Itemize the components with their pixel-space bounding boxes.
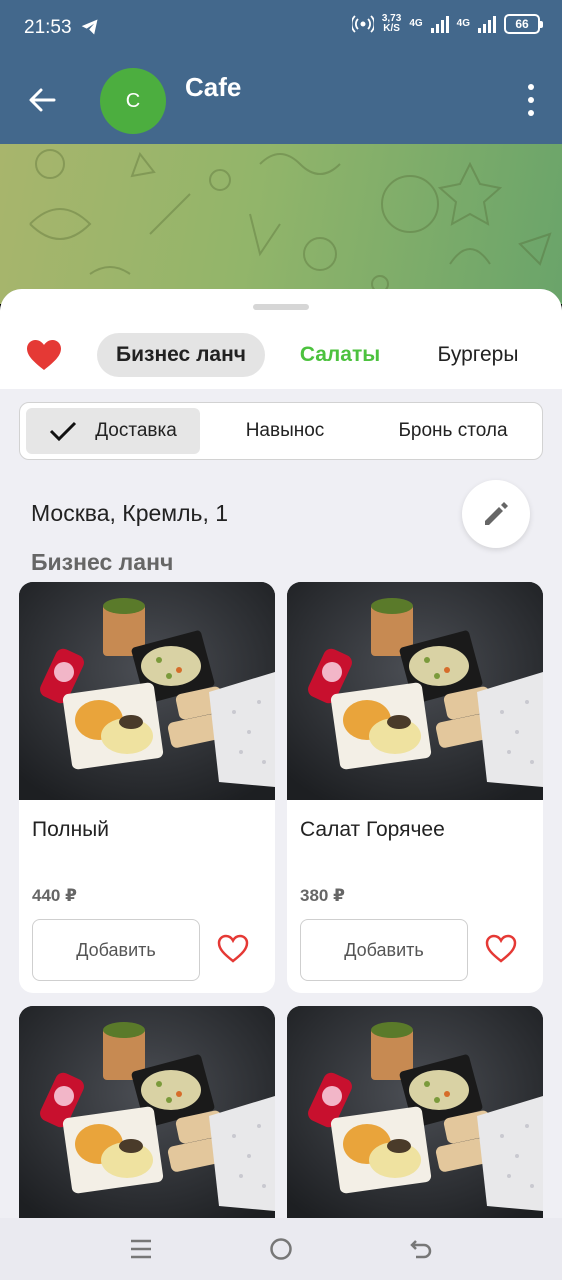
favorites-heart-icon[interactable]: [26, 339, 62, 371]
pencil-icon: [485, 502, 508, 525]
section-title: Бизнес ланч: [31, 549, 174, 575]
product-card: [19, 1006, 275, 1219]
product-name: Полный: [32, 818, 109, 841]
telegram-icon: [81, 19, 98, 35]
status-time: 21:53: [24, 17, 72, 38]
product-name: Салат Горячее: [300, 818, 445, 841]
network-type-1: 4G: [409, 18, 423, 29]
home-icon[interactable]: [268, 1236, 294, 1262]
heart-outline-icon[interactable]: [485, 934, 517, 964]
chat-wallpaper: [0, 144, 562, 304]
food-illustration: [287, 582, 543, 800]
recent-apps-icon[interactable]: [128, 1236, 154, 1262]
back-nav-icon[interactable]: [408, 1236, 434, 1262]
network-speed: 3,73 K/S: [381, 13, 402, 34]
wallpaper-doodles: [29, 149, 552, 293]
product-price: 380 ₽: [300, 886, 345, 905]
battery-icon: 66: [504, 14, 543, 34]
product-photo[interactable]: [19, 582, 275, 800]
category-bar: Бизнес ланч Салаты Бургеры: [0, 289, 562, 389]
sheet-drag-handle[interactable]: [253, 304, 309, 310]
category-tab-salads[interactable]: Салаты: [282, 333, 398, 377]
food-illustration: [19, 1006, 275, 1219]
product-price: 440 ₽: [32, 886, 77, 905]
checkmark-icon: [50, 421, 77, 442]
add-to-cart-button[interactable]: Добавить: [300, 919, 468, 981]
signal-icon-1: [430, 15, 449, 33]
product-photo[interactable]: [287, 1006, 543, 1219]
avatar[interactable]: C: [100, 68, 166, 134]
category-tab-business-lunch[interactable]: Бизнес ланч: [97, 333, 265, 377]
category-tab-burgers[interactable]: Бургеры: [418, 333, 538, 377]
hotspot-icon: [351, 15, 374, 33]
delivery-address: Москва, Кремль, 1: [31, 500, 229, 526]
chat-header: C Cafe: [0, 58, 562, 144]
product-card: Полный 440 ₽ Добавить: [19, 582, 275, 993]
delivery-mode-selector: Доставка Навынос Бронь стола: [19, 402, 543, 460]
network-type-2: 4G: [456, 18, 470, 29]
product-card: Салат Горячее 380 ₽ Добавить: [287, 582, 543, 993]
add-to-cart-button[interactable]: Добавить: [32, 919, 200, 981]
food-illustration: [19, 582, 275, 800]
chat-title[interactable]: Cafe: [185, 72, 241, 103]
heart-outline-icon[interactable]: [217, 934, 249, 964]
option-delivery[interactable]: Доставка: [26, 408, 200, 454]
product-card: [287, 1006, 543, 1219]
product-photo[interactable]: [19, 1006, 275, 1219]
edit-address-button[interactable]: [462, 480, 530, 548]
system-navigation-bar: [0, 1218, 562, 1280]
more-menu-icon[interactable]: [526, 84, 536, 116]
product-photo[interactable]: [287, 582, 543, 800]
food-illustration: [287, 1006, 543, 1219]
status-bar: 21:53 3,73 K/S 4G 4G 66: [0, 0, 562, 58]
option-takeaway[interactable]: Навынос: [210, 408, 360, 454]
signal-icon-2: [478, 15, 496, 33]
back-arrow-icon[interactable]: [26, 84, 58, 116]
option-table-booking[interactable]: Бронь стола: [370, 408, 536, 454]
menu-sheet: Бизнес ланч Салаты Бургеры Доставка Навы…: [0, 289, 562, 1219]
